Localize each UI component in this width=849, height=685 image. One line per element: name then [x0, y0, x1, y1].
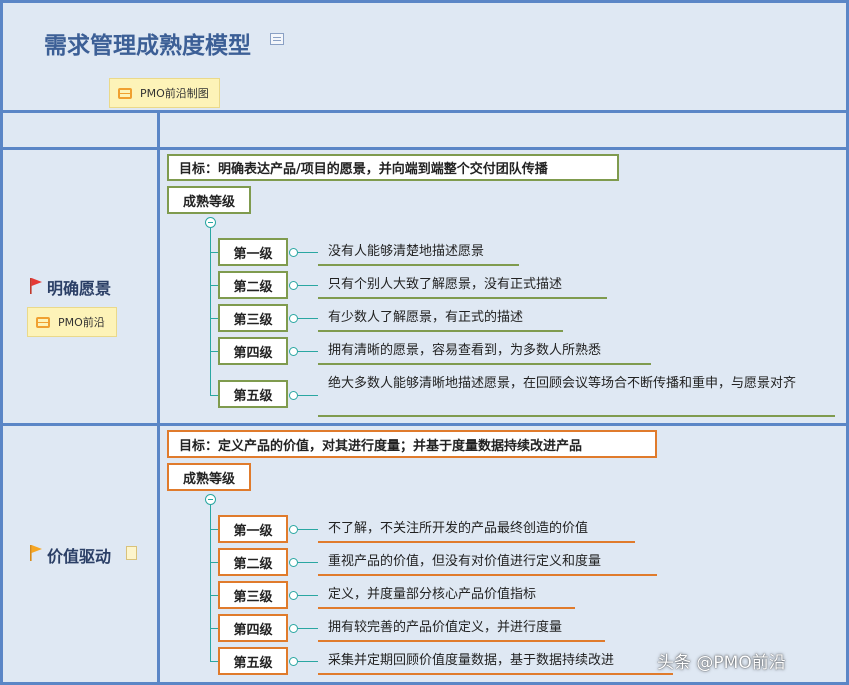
level-box[interactable]: 第二级 — [218, 271, 288, 299]
grid-line — [0, 423, 849, 426]
level-description: 拥有清晰的愿景，容易查看到，为多数人所熟悉 — [328, 343, 602, 358]
description-underline — [318, 541, 635, 543]
note-icon[interactable] — [270, 33, 284, 45]
description-underline — [318, 673, 673, 675]
description-underline — [318, 264, 519, 266]
maturity-label-box[interactable]: 成熟等级 — [167, 186, 251, 214]
description-underline — [318, 640, 605, 642]
level-box[interactable]: 第一级 — [218, 515, 288, 543]
level-box[interactable]: 第三级 — [218, 304, 288, 332]
description-underline — [318, 363, 651, 365]
level-box[interactable]: 第二级 — [218, 548, 288, 576]
expand-node-icon[interactable] — [289, 281, 298, 290]
leaf-connector — [298, 318, 318, 319]
maturity-label-box[interactable]: 成熟等级 — [167, 463, 251, 491]
leaf-connector — [298, 529, 318, 530]
blank-left-cell — [3, 113, 157, 147]
expand-node-icon[interactable] — [289, 558, 298, 567]
description-underline — [318, 607, 575, 609]
description-underline — [318, 297, 607, 299]
expand-node-icon[interactable] — [289, 314, 298, 323]
expand-node-icon[interactable] — [289, 525, 298, 534]
grid-line — [0, 147, 849, 150]
leaf-connector — [298, 285, 318, 286]
expand-node-icon[interactable] — [289, 591, 298, 600]
level-box[interactable]: 第一级 — [218, 238, 288, 266]
leaf-connector — [298, 628, 318, 629]
grid-line — [157, 110, 160, 685]
red-flag-icon — [30, 278, 42, 294]
level-description: 重视产品的价值，但没有对价值进行定义和度量 — [328, 554, 602, 569]
level-box[interactable]: 第四级 — [218, 614, 288, 642]
level-box[interactable]: 第五级 — [218, 647, 288, 675]
grid-line — [0, 0, 849, 3]
leaf-connector — [298, 351, 318, 352]
leaf-connector — [298, 395, 318, 396]
collapse-icon[interactable] — [205, 217, 216, 228]
grid-line — [0, 0, 3, 685]
goal-box[interactable]: 目标：明确表达产品/项目的愿景，并向端到端整个交付团队传播 — [167, 154, 619, 181]
expand-node-icon[interactable] — [289, 657, 298, 666]
level-box[interactable]: 第五级 — [218, 380, 288, 408]
level-description: 不了解，不关注所开发的产品最终创造的价值 — [328, 521, 589, 536]
page-title: 需求管理成熟度模型 — [44, 33, 251, 59]
level-description: 没有人能够清楚地描述愿景 — [328, 244, 485, 259]
section-name: 明确愿景 — [47, 279, 112, 298]
grid-line — [0, 110, 849, 113]
tag-icon — [118, 87, 132, 99]
note-doc-icon[interactable] — [126, 546, 137, 560]
tree-connector — [210, 228, 211, 396]
description-underline — [318, 330, 563, 332]
collapse-icon[interactable] — [205, 494, 216, 505]
tag-icon — [36, 316, 50, 328]
blank-right-cell — [160, 113, 846, 147]
expand-node-icon[interactable] — [289, 248, 298, 257]
leaf-connector — [298, 562, 318, 563]
source-tag-label: PMO前沿制图 — [140, 87, 209, 100]
level-box[interactable]: 第三级 — [218, 581, 288, 609]
leaf-connector — [298, 595, 318, 596]
goal-box[interactable]: 目标：定义产品的价值，对其进行度量；并基于度量数据持续改进产品 — [167, 430, 657, 458]
expand-node-icon[interactable] — [289, 624, 298, 633]
leaf-connector — [298, 252, 318, 253]
description-underline — [318, 415, 835, 417]
level-description: 绝大多数人能够清晰地描述愿景，在回顾会议等场合不断传播和重申，与愿景对齐 — [328, 376, 797, 391]
orange-flag-icon — [30, 545, 42, 561]
level-description: 定义，并度量部分核心产品价值指标 — [328, 587, 537, 602]
level-description: 采集并定期回顾价值度量数据，基于数据持续改进 — [328, 653, 615, 668]
expand-node-icon[interactable] — [289, 347, 298, 356]
level-description: 拥有较完善的产品价值定义，并进行度量 — [328, 620, 563, 635]
level-box[interactable]: 第四级 — [218, 337, 288, 365]
level-description: 只有个别人大致了解愿景，没有正式描述 — [328, 277, 563, 292]
description-underline — [318, 574, 657, 576]
section-tag[interactable]: PMO前沿 — [27, 307, 117, 337]
level-description: 有少数人了解愿景，有正式的描述 — [328, 310, 524, 325]
source-tag[interactable]: PMO前沿制图 — [109, 78, 220, 108]
watermark: 头条 @PMO前沿 — [657, 653, 786, 673]
section-tag-label: PMO前沿 — [58, 316, 105, 329]
expand-node-icon[interactable] — [289, 391, 298, 400]
section-name: 价值驱动 — [47, 547, 112, 566]
leaf-connector — [298, 661, 318, 662]
